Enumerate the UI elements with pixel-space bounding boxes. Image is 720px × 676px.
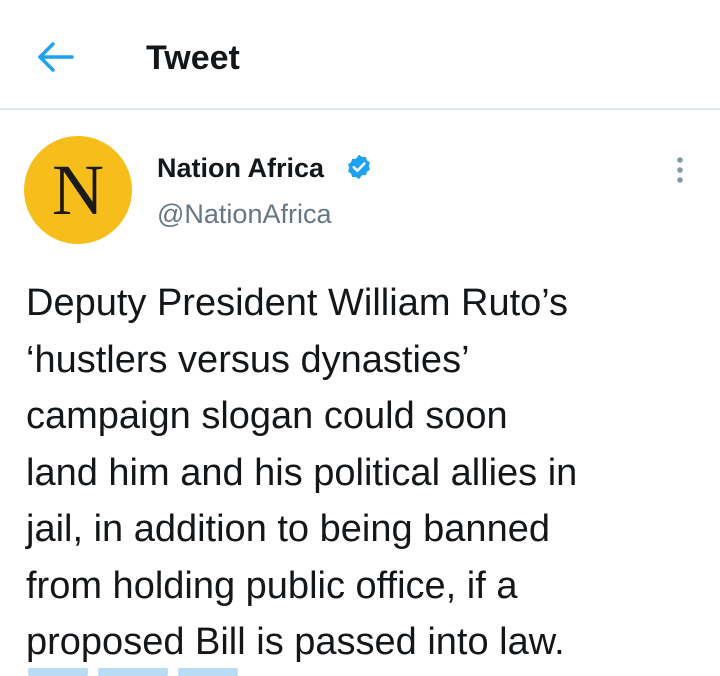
more-options-button[interactable] [664, 152, 696, 188]
back-arrow-icon [38, 42, 74, 72]
verified-badge-icon [348, 154, 370, 180]
more-vertical-icon [677, 157, 683, 183]
page-title: Tweet [146, 39, 240, 77]
tweet-text: Deputy President William Ruto’s ‘hustler… [26, 282, 578, 663]
display-name[interactable]: Nation Africa [157, 152, 324, 184]
back-button[interactable] [30, 34, 80, 80]
avatar[interactable]: N [24, 136, 132, 244]
truncated-link-line [26, 662, 326, 676]
top-app-bar: Tweet [0, 0, 720, 110]
avatar-letter: N [52, 150, 104, 230]
user-handle[interactable]: @NationAfrica [157, 198, 331, 230]
tweet-card: N Nation Africa @NationAfrica Deputy Pre… [0, 110, 720, 676]
